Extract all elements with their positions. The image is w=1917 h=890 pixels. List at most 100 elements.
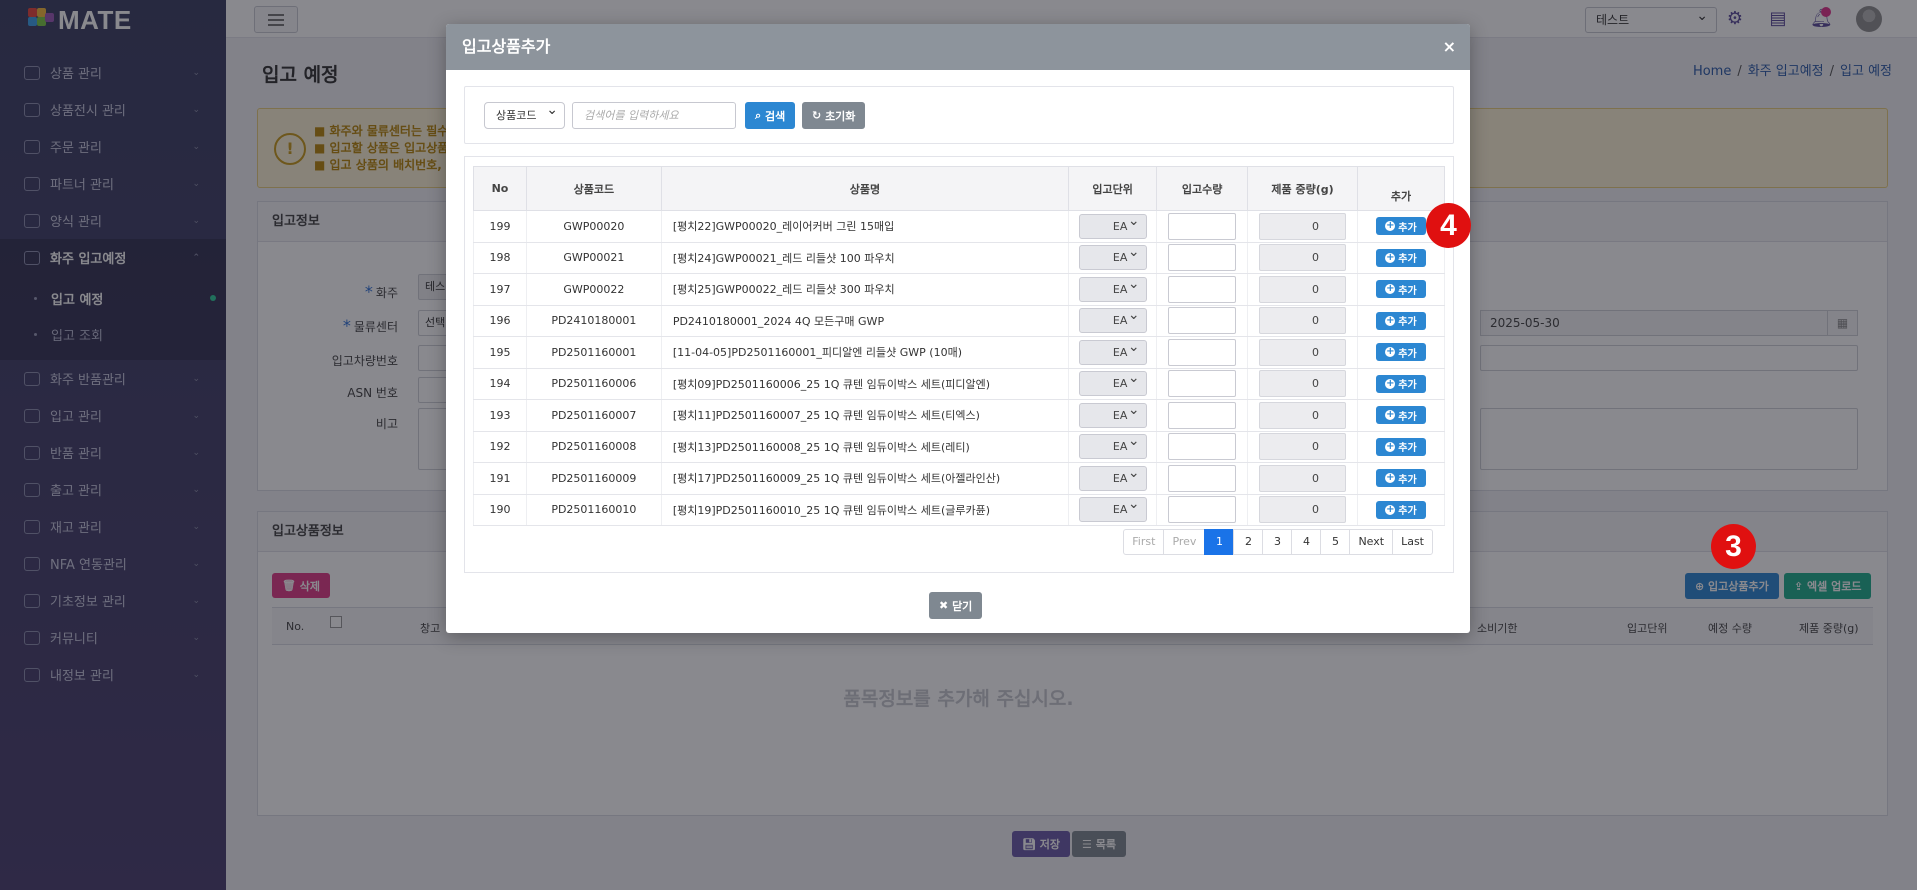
cell-qty [1156,305,1249,337]
close-icon[interactable]: × [1443,24,1456,70]
unit-select[interactable]: EA [1078,273,1147,302]
cell-name: [평치09]PD2501160006_25 1Q 큐텐 임듀이박스 세트(피디알… [660,368,1070,400]
qty-input[interactable] [1168,275,1237,303]
unit-select[interactable]: EA [1078,367,1147,397]
table-row: 190 PD2501160010 [평치19]PD2501160010_25 1Q … [473,493,1445,526]
qty-input[interactable] [1168,401,1237,429]
unit-select[interactable]: EA [1078,304,1147,334]
cell-no: 192 [473,431,527,463]
cell-qty [1156,494,1249,526]
weight-input: 0 [1259,338,1347,366]
product-table: No 상품코드 상품명 입고단위 입고수량 제품 중량(g) 추가 199 GWP… [473,166,1445,526]
page-first[interactable]: First [1123,529,1165,555]
cell-code: GWP00020 [525,210,662,243]
cell-add: + 추가 [1357,431,1445,463]
qty-input[interactable] [1168,370,1237,398]
unit-select[interactable]: EA [1078,493,1147,523]
cell-name: [평치17]PD2501160009_25 1Q 큐텐 임듀이박스 세트(아젤라… [660,462,1070,495]
table-row: 196 PD2410180001 PD2410180001_2024 4Q 모든구매… [473,304,1445,337]
search-field-select[interactable]: 상품코드 [484,98,565,129]
plus-circle-icon: + [1385,503,1396,515]
cell-name: [11-04-05]PD2501160001_피디알엔 리들샷 GWP (10매… [660,336,1070,369]
reset-button[interactable]: ↻ 초기화 [802,102,866,129]
cell-no: 191 [473,462,527,495]
cell-add: + 추가 [1357,305,1445,337]
modal-title: 입고상품추가 [462,37,551,56]
unit-select[interactable]: EA [1078,430,1147,460]
col-name: 상품명 [660,166,1070,211]
add-row-button[interactable]: + 추가 [1376,406,1426,425]
page-1[interactable]: 1 [1204,529,1235,555]
page-4[interactable]: 4 [1291,529,1322,555]
cell-qty [1156,462,1249,495]
page-next[interactable]: Next [1349,529,1394,555]
add-row-button[interactable]: + 추가 [1376,469,1426,488]
plus-circle-icon: + [1385,440,1396,452]
weight-input: 0 [1259,370,1347,398]
cell-no: 193 [473,399,527,432]
page-5[interactable]: 5 [1320,529,1351,555]
qty-input[interactable] [1168,433,1237,461]
page-3[interactable]: 3 [1262,529,1293,555]
cell-unit: EA [1068,210,1158,243]
add-row-button[interactable]: + 추가 [1376,248,1426,267]
plus-circle-icon: + [1385,283,1396,295]
col-qty: 입고수량 [1156,166,1249,211]
modal-close-button[interactable]: ✖ 닫기 [929,592,983,619]
add-row-button[interactable]: + 추가 [1376,500,1426,519]
cell-name: [평치13]PD2501160008_25 1Q 큐텐 임듀이박스 세트(레티) [660,431,1070,463]
cell-weight: 0 [1247,494,1359,526]
table-row: 195 PD2501160001 [11-04-05]PD2501160001_피디… [473,336,1445,369]
qty-input[interactable] [1168,496,1237,524]
unit-select[interactable]: EA [1078,462,1147,491]
cell-no: 196 [473,305,527,337]
unit-select[interactable]: EA [1078,210,1147,239]
cell-unit: EA [1068,273,1158,306]
add-row-button[interactable]: + 추가 [1376,437,1426,456]
cell-add: + 추가 [1357,462,1445,495]
search-input[interactable]: 검색어를 입력하세요 [572,102,736,129]
add-row-button[interactable]: + 추가 [1376,311,1426,330]
qty-input[interactable] [1168,244,1237,272]
qty-input[interactable] [1168,307,1237,335]
weight-input: 0 [1259,464,1347,492]
qty-input[interactable] [1168,338,1237,366]
modal-header: 입고상품추가 × [446,24,1470,70]
page-last[interactable]: Last [1392,529,1433,555]
unit-select[interactable]: EA [1078,336,1147,365]
plus-circle-icon: + [1385,472,1396,484]
page-prev[interactable]: Prev [1163,529,1206,555]
cell-weight: 0 [1247,242,1359,274]
cell-weight: 0 [1247,462,1359,495]
cell-unit: EA [1068,430,1158,463]
cell-weight: 0 [1247,399,1359,432]
col-code: 상품코드 [525,166,662,211]
cell-weight: 0 [1247,210,1359,243]
weight-input: 0 [1259,307,1347,335]
cell-weight: 0 [1247,431,1359,463]
table-row: 193 PD2501160007 [평치11]PD2501160007_25 1Q … [473,399,1445,432]
qty-input[interactable] [1168,212,1237,240]
add-row-button[interactable]: + 추가 [1376,374,1426,393]
cell-name: [평치25]GWP00022_레드 리들샷 300 파우치 [660,273,1070,306]
table-row: 191 PD2501160009 [평치17]PD2501160009_25 1Q … [473,462,1445,495]
cell-name: PD2410180001_2024 4Q 모든구매 GWP [660,305,1070,337]
add-row-button[interactable]: + 추가 [1376,280,1426,299]
search-button[interactable]: ⌕ 검색 [745,102,796,129]
cell-name: [평치11]PD2501160007_25 1Q 큐텐 임듀이박스 세트(티엑스… [660,399,1070,432]
cell-code: PD2410180001 [525,305,662,337]
unit-select[interactable]: EA [1078,399,1147,428]
add-row-button[interactable]: + 추가 [1376,343,1426,362]
col-unit: 입고단위 [1068,166,1158,211]
unit-select[interactable]: EA [1078,241,1147,271]
add-row-button[interactable]: + 추가 [1376,217,1426,236]
product-grid: No 상품코드 상품명 입고단위 입고수량 제품 중량(g) 추가 199 GWP… [464,156,1454,573]
cell-code: GWP00021 [525,242,662,274]
table-row: 192 PD2501160008 [평치13]PD2501160008_25 1Q … [473,430,1445,463]
cell-weight: 0 [1247,368,1359,400]
qty-input[interactable] [1168,464,1237,492]
cell-name: [평치19]PD2501160010_25 1Q 큐텐 임듀이박스 세트(글루카… [660,494,1070,526]
page-2[interactable]: 2 [1233,529,1264,555]
cell-qty [1156,336,1249,369]
weight-input: 0 [1259,433,1347,461]
